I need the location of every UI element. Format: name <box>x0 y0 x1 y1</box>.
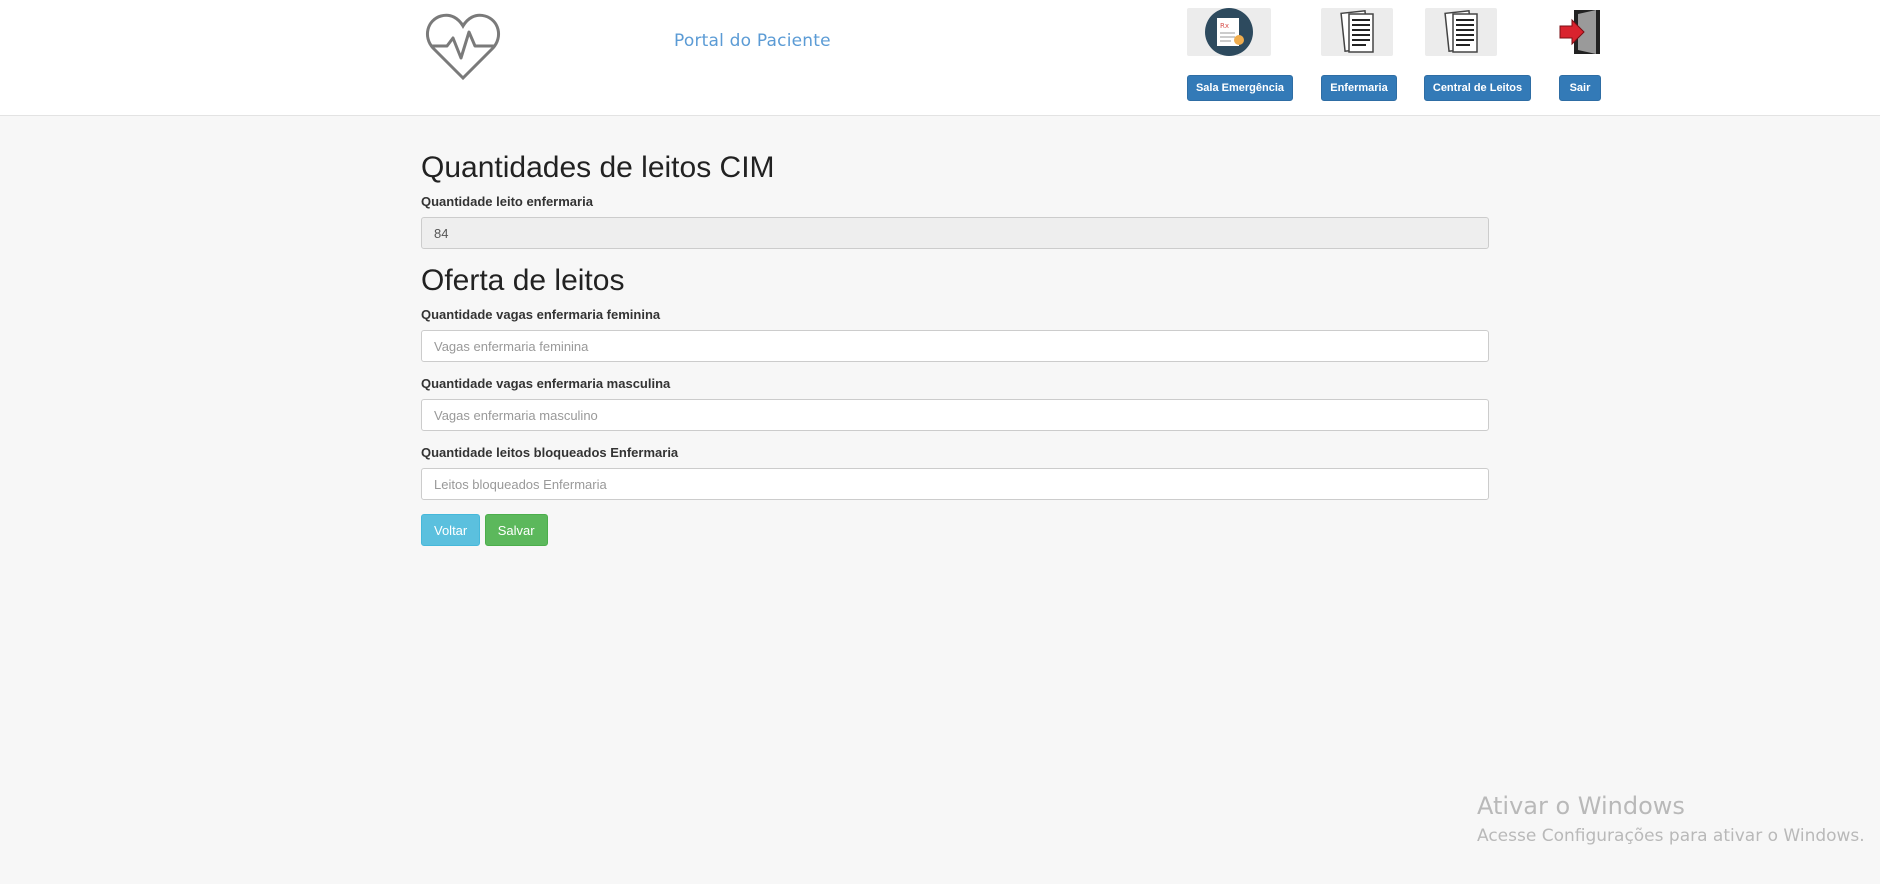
nav-enfermaria-button[interactable]: Enfermaria <box>1321 75 1397 101</box>
emergency-report-icon[interactable]: Rx <box>1187 8 1271 56</box>
nav-sala-emergencia-button[interactable]: Sala Emergência <box>1187 75 1293 101</box>
documents-icon[interactable] <box>1425 8 1497 56</box>
exit-door-icon[interactable] <box>1558 8 1602 56</box>
top-navbar: Portal do Paciente Rx Sala Emergência En… <box>0 0 1880 116</box>
windows-activation-subtitle: Acesse Configurações para ativar o Windo… <box>1477 826 1865 846</box>
nav-sair-button[interactable]: Sair <box>1559 75 1601 101</box>
heartbeat-logo-icon <box>425 13 501 81</box>
svg-text:Rx: Rx <box>1220 22 1229 30</box>
leito-enfermaria-label: Quantidade leito enfermaria <box>421 194 593 209</box>
windows-activation-title: Ativar o Windows <box>1477 792 1685 820</box>
leitos-bloqueados-label: Quantidade leitos bloqueados Enfermaria <box>421 445 679 460</box>
portal-title: Portal do Paciente <box>674 31 831 51</box>
cim-heading: Quantidades de leitos CIM <box>421 151 775 184</box>
leito-enfermaria-field[interactable] <box>421 217 1489 249</box>
voltar-button[interactable]: Voltar <box>421 514 481 546</box>
vagas-masculina-input[interactable] <box>421 399 1489 431</box>
nav-central-de-leitos-button[interactable]: Central de Leitos <box>1424 75 1531 101</box>
documents-icon[interactable] <box>1321 8 1393 56</box>
main-content: Quantidades de leitos CIM Quantidade lei… <box>421 150 1489 546</box>
vagas-feminina-input[interactable] <box>421 330 1489 362</box>
form-actions: Voltar Salvar <box>421 514 1489 546</box>
leitos-bloqueados-input[interactable] <box>421 468 1489 500</box>
vagas-feminina-label: Quantidade vagas enfermaria feminina <box>421 307 661 322</box>
vagas-masculina-label: Quantidade vagas enfermaria masculina <box>421 376 671 391</box>
salvar-button[interactable]: Salvar <box>484 514 548 546</box>
oferta-heading: Oferta de leitos <box>421 264 625 297</box>
